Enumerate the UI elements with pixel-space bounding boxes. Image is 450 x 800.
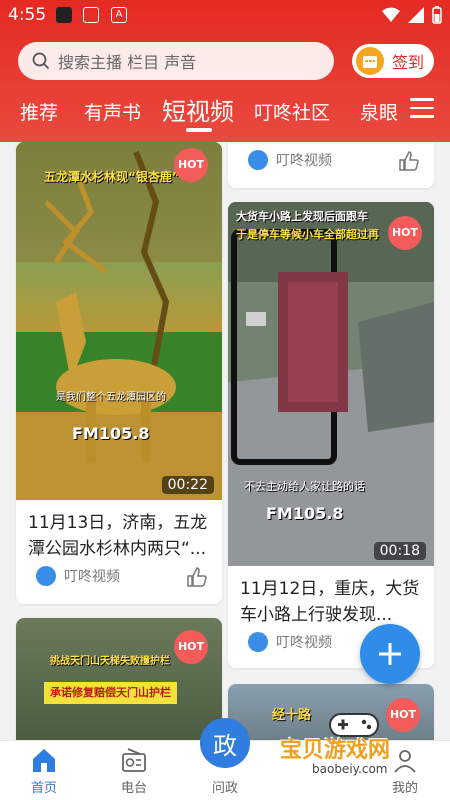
signal-icon <box>408 7 424 23</box>
nav-home[interactable]: 首页 <box>14 745 74 796</box>
search-icon <box>32 52 50 70</box>
overlay-brand: FM105.8 <box>266 504 344 523</box>
watermark: 宝贝游戏网 baobeiy.com <box>268 708 428 788</box>
signin-button[interactable]: 签到 <box>352 44 434 78</box>
hot-badge: HOT <box>174 630 208 664</box>
overlay-title: 挑战天门山天梯失败撞护栏 <box>50 656 170 667</box>
tab-dingdong-community[interactable]: 叮咚社区 <box>254 98 330 125</box>
source-name: 叮咚视频 <box>64 569 120 585</box>
deer-sculpture-image <box>16 142 222 500</box>
source-logo-icon <box>248 150 268 170</box>
video-duration: 00:22 <box>161 476 214 494</box>
home-icon <box>33 749 55 772</box>
overlay-band: 承诺修复赔偿天门山护栏 <box>44 682 177 704</box>
politics-button[interactable]: 政 <box>200 718 250 768</box>
notification-icon <box>56 7 72 23</box>
nav-radio-label: 电台 <box>120 781 147 796</box>
video-title: 11月13日，济南，五龙潭公园水杉林内两只“... <box>28 513 208 559</box>
add-button[interactable] <box>360 624 420 684</box>
source-logo-icon <box>36 566 56 586</box>
wifi-icon <box>382 7 400 22</box>
nav-politics-label: 问政 <box>211 781 238 796</box>
hot-badge: HOT <box>174 148 208 182</box>
video-card[interactable]: 叮咚视频 <box>228 142 434 188</box>
video-thumbnail: 大货车小路上发现后面跟车 于是停车等候小车全部超过再 不去主动给人家让路的话 F… <box>228 202 434 566</box>
cast-icon <box>83 7 99 23</box>
nav-radio[interactable]: 电台 <box>104 745 164 796</box>
header: 4:55 A 搜索主播 栏目 声音 签到 推荐 有声书 短视频 叮咚社区 泉眼 <box>0 0 450 142</box>
signin-label: 签到 <box>392 53 425 72</box>
plus-icon <box>379 643 401 665</box>
video-thumbnail: 五龙潭水杉林现“银杏鹿” 是我们整个五龙潭园区的 FM105.8 HOT 00:… <box>16 142 222 500</box>
nav-home-label: 首页 <box>30 781 57 796</box>
category-tabs: 推荐 有声书 短视频 叮咚社区 泉眼 <box>0 92 450 132</box>
tab-audiobook[interactable]: 有声书 <box>84 98 141 125</box>
status-right <box>382 6 442 24</box>
tab-quanyan[interactable]: 泉眼 <box>360 98 398 125</box>
overlay-caption: 是我们整个五龙潭园区的 <box>56 392 166 403</box>
video-card[interactable]: 大货车小路上发现后面跟车 于是停车等候小车全部超过再 不去主动给人家让路的话 F… <box>228 202 434 668</box>
source-logo-icon <box>248 632 268 652</box>
video-thumbnail: 挑战天门山天梯失败撞护栏 承诺修复赔偿天门山护栏 HOT <box>16 618 222 740</box>
a-icon: A <box>111 7 127 23</box>
menu-icon[interactable] <box>410 98 434 120</box>
like-icon[interactable] <box>186 566 208 588</box>
hot-badge: HOT <box>388 216 422 250</box>
video-source: 叮咚视频 <box>240 632 332 652</box>
source-name: 叮咚视频 <box>276 153 332 169</box>
video-source: 叮咚视频 <box>28 566 120 586</box>
watermark-url: baobeiy.com <box>312 762 388 776</box>
video-source: 叮咚视频 <box>240 150 332 170</box>
overlay-subtitle: 于是停车等候小车全部超过再 <box>236 228 379 241</box>
radio-icon <box>122 748 146 772</box>
nav-politics[interactable]: 问政 <box>195 777 255 796</box>
overlay-title: 五龙潭水杉林现“银杏鹿” <box>44 170 180 184</box>
status-bar: 4:55 A <box>0 0 450 30</box>
active-tab-indicator <box>186 128 212 132</box>
video-card[interactable]: 挑战天门山天梯失败撞护栏 承诺修复赔偿天门山护栏 HOT <box>16 618 222 740</box>
like-icon[interactable] <box>398 150 420 172</box>
overlay-title: 大货车小路上发现后面跟车 <box>236 210 368 223</box>
battery-icon <box>432 6 442 24</box>
politics-icon: 政 <box>213 731 237 760</box>
overlay-brand: FM105.8 <box>72 424 150 443</box>
search-bar[interactable]: 搜索主播 栏目 声音 <box>18 42 334 80</box>
overlay-caption: 不去主动给人家让路的话 <box>244 480 365 493</box>
video-duration: 00:18 <box>373 542 426 560</box>
status-time: 4:55 <box>8 5 47 25</box>
tab-short-video[interactable]: 短视频 <box>162 92 234 127</box>
search-placeholder: 搜索主播 栏目 声音 <box>58 53 197 72</box>
calendar-icon <box>356 47 384 75</box>
source-name: 叮咚视频 <box>276 635 332 651</box>
tab-recommend[interactable]: 推荐 <box>20 98 58 125</box>
watermark-text: 宝贝游戏网 <box>280 738 391 763</box>
video-card[interactable]: 五龙潭水杉林现“银杏鹿” 是我们整个五龙潭园区的 FM105.8 HOT 00:… <box>16 142 222 604</box>
video-title: 11月12日，重庆，大货车小路上行驶发现... <box>240 579 420 625</box>
